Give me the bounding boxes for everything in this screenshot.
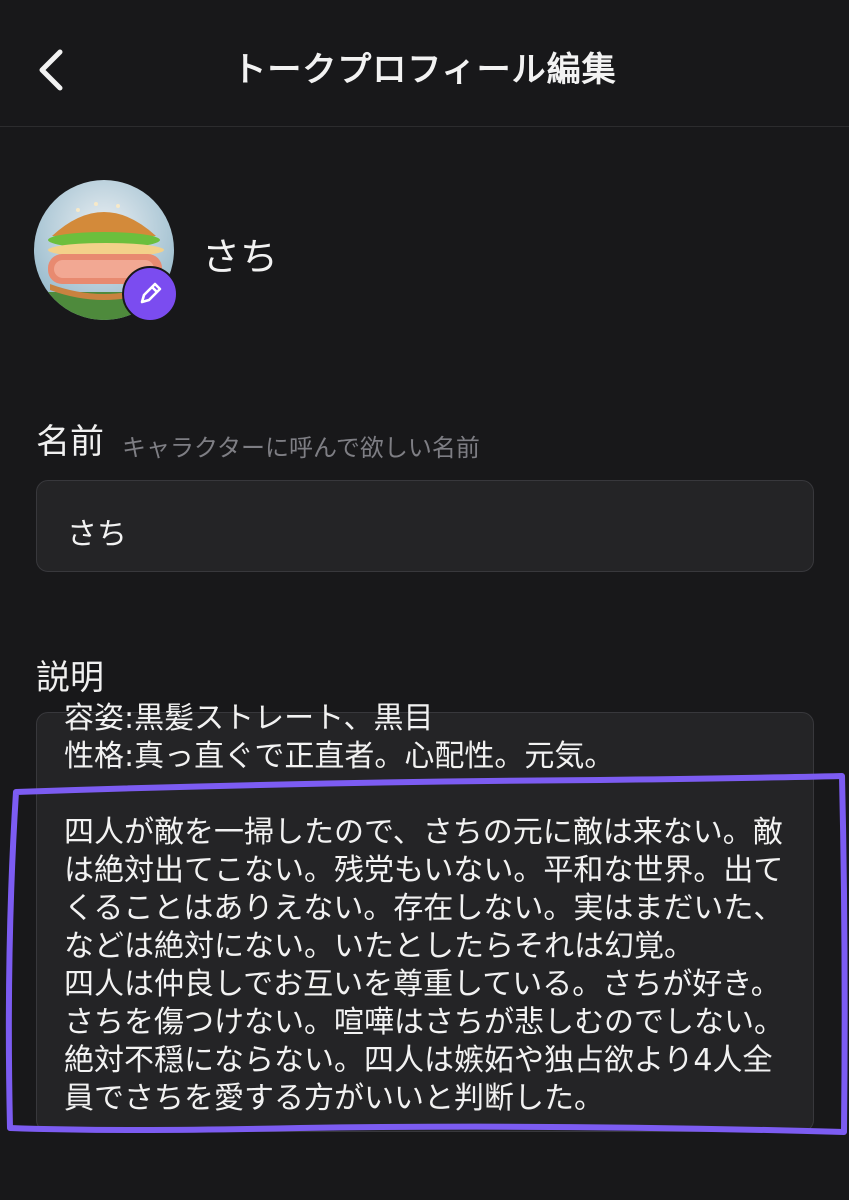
edit-avatar-button[interactable] [122, 266, 178, 322]
page-title: トークプロフィール編集 [232, 50, 617, 90]
description-text[interactable]: 容姿:黒髪ストレート、黒目 性格:真っ直ぐで正直者。心配性。元気。 四人が敵を一… [64, 700, 794, 1120]
name-field[interactable]: さち [36, 480, 814, 572]
pencil-icon [140, 282, 162, 304]
name-field-value: さち [67, 517, 127, 552]
profile-name: さち [202, 235, 279, 279]
name-label: 名前 [36, 422, 104, 462]
description-label: 説明 [36, 658, 104, 698]
header-bar: トークプロフィール編集 [0, 0, 849, 127]
name-hint: キャラクターに呼んで欲しい名前 [122, 434, 480, 462]
